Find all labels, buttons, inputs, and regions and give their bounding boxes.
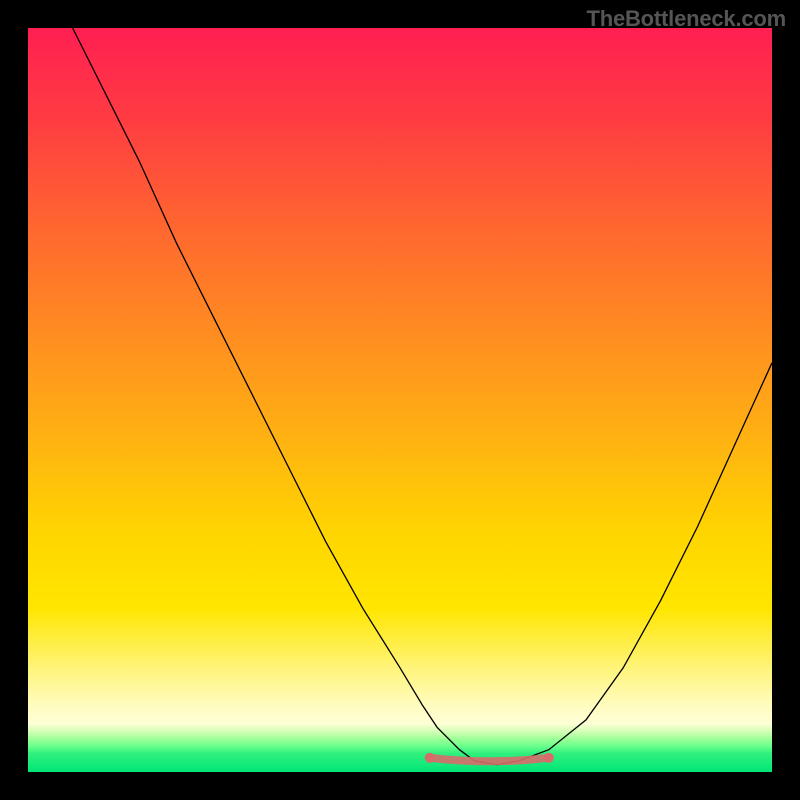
watermark-text: TheBottleneck.com bbox=[586, 6, 786, 32]
optimal-zone-endpoint-right bbox=[544, 753, 554, 763]
bottleneck-curve bbox=[73, 28, 772, 765]
plot-area bbox=[28, 28, 772, 772]
optimal-zone-band bbox=[430, 758, 549, 762]
chart-stage: TheBottleneck.com bbox=[0, 0, 800, 800]
optimal-zone-endpoint-left bbox=[425, 753, 435, 763]
plot-svg bbox=[28, 28, 772, 772]
